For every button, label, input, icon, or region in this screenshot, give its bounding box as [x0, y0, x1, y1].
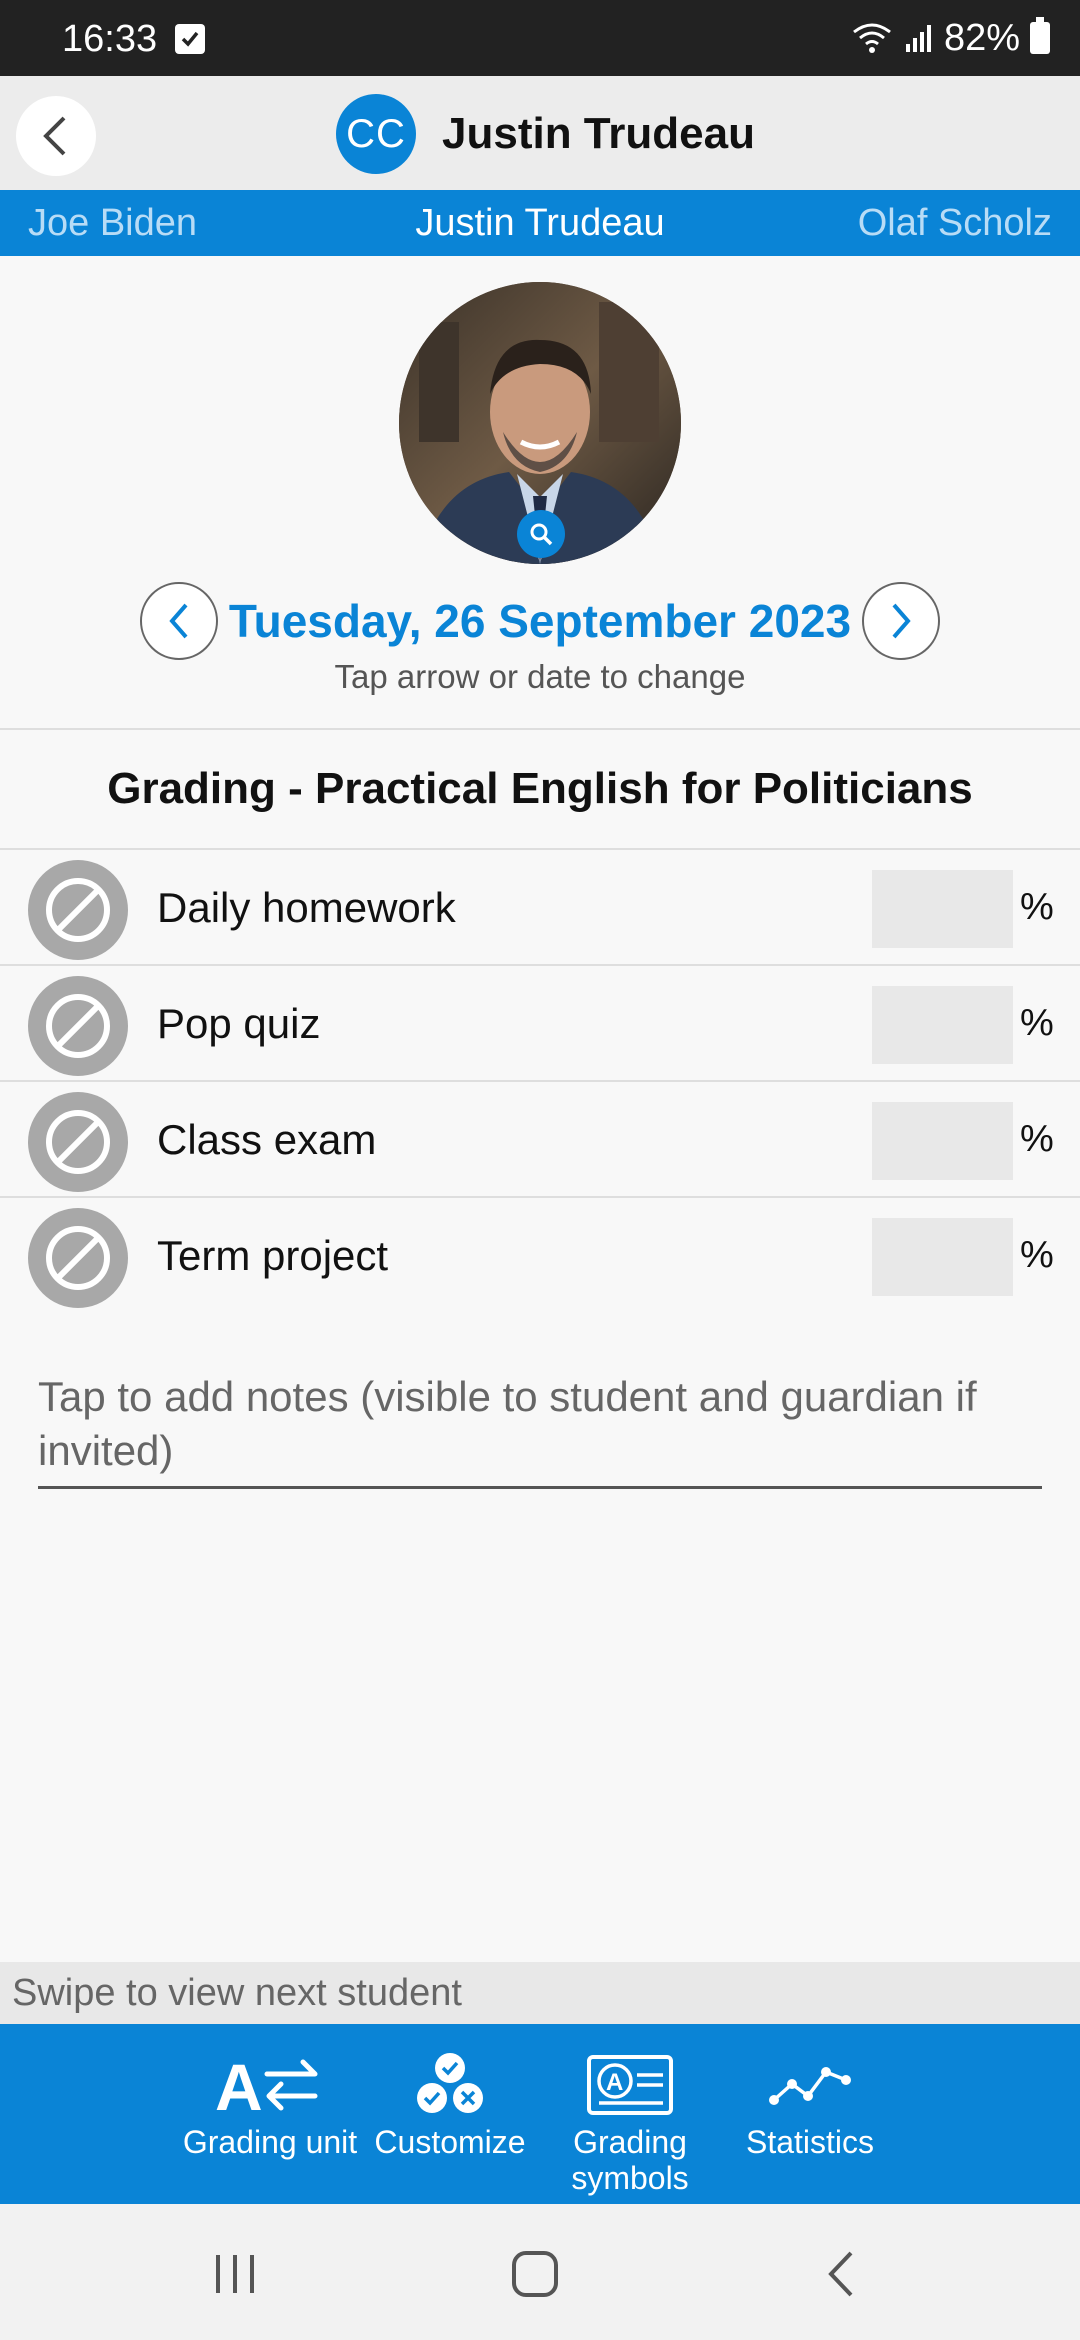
statistics-icon	[768, 2046, 852, 2124]
bottom-toolbar: A Grading unit Customize A Grading symbo…	[0, 2024, 1080, 2204]
not-allowed-icon	[46, 1226, 110, 1290]
battery-icon	[1030, 17, 1050, 54]
back-button[interactable]	[16, 96, 96, 176]
status-bar: 16:33 82%	[0, 0, 1080, 76]
grading-unit-button[interactable]: A Grading unit	[170, 2024, 370, 2204]
divider	[0, 1080, 1080, 1082]
grading-item-label: Class exam	[157, 1116, 377, 1163]
previous-student-link[interactable]: Joe Biden	[28, 202, 197, 245]
not-allowed-icon	[46, 878, 110, 942]
swipe-hint: Swipe to view next student	[12, 1972, 462, 2014]
divider	[0, 964, 1080, 966]
chevron-left-icon	[43, 116, 66, 156]
grade-status-button[interactable]	[28, 1208, 128, 1308]
notes-field[interactable]: Tap to add notes (visible to student and…	[38, 1370, 1042, 1478]
grade-percent-input[interactable]	[872, 870, 1013, 948]
back-icon	[828, 2251, 853, 2297]
app-header: CC Justin Trudeau	[0, 76, 1080, 190]
grading-row: Pop quiz %	[0, 968, 1080, 1082]
percent-symbol: %	[1020, 1234, 1054, 1276]
grading-symbols-label: Grading symbols	[571, 2124, 689, 2196]
not-allowed-icon	[46, 994, 110, 1058]
customize-icon	[410, 2046, 490, 2124]
grading-unit-icon: A	[215, 2046, 325, 2124]
grade-status-button[interactable]	[28, 1092, 128, 1192]
statistics-button[interactable]: Statistics	[710, 2024, 910, 2204]
divider	[0, 728, 1080, 730]
header-title-group: CC Justin Trudeau	[336, 94, 755, 174]
percent-symbol: %	[1020, 1118, 1054, 1160]
grade-percent-input[interactable]	[872, 1102, 1013, 1180]
home-icon	[512, 2251, 558, 2297]
student-switcher: Justin Trudeau Joe Biden Olaf Scholz	[0, 190, 1080, 256]
percent-symbol: %	[1020, 1002, 1054, 1044]
grading-item-label: Term project	[157, 1232, 389, 1279]
customize-button[interactable]: Customize	[350, 2024, 550, 2204]
home-button[interactable]	[500, 2244, 570, 2304]
divider	[0, 1196, 1080, 1198]
chevron-right-icon	[892, 603, 911, 639]
battery-percent: 82%	[943, 16, 1020, 59]
recent-apps-icon	[216, 2255, 254, 2293]
signal-icon	[905, 25, 931, 52]
notification-check-icon	[175, 24, 205, 54]
customize-label: Customize	[374, 2124, 526, 2160]
statistics-label: Statistics	[745, 2124, 875, 2160]
svg-text:A: A	[215, 2050, 263, 2120]
not-allowed-icon	[46, 1110, 110, 1174]
divider	[0, 848, 1080, 850]
grading-item-label: Daily homework	[157, 884, 456, 931]
grading-row: Class exam %	[0, 1084, 1080, 1198]
grade-status-button[interactable]	[28, 976, 128, 1076]
status-time: 16:33	[62, 18, 158, 60]
grading-symbols-button[interactable]: A Grading symbols	[530, 2024, 730, 2204]
system-back-button[interactable]	[806, 2244, 876, 2304]
status-indicators: 82%	[850, 16, 1050, 59]
grading-row: Daily homework %	[0, 852, 1080, 966]
system-nav-bar	[0, 2204, 1080, 2340]
page-title: Justin Trudeau	[442, 109, 755, 158]
grading-unit-label: Grading unit	[182, 2124, 358, 2160]
grading-symbols-icon: A	[585, 2046, 675, 2124]
magnifier-icon	[530, 523, 553, 546]
app-logo-avatar: CC	[336, 94, 416, 174]
grading-row: Term project %	[0, 1200, 1080, 1314]
grade-percent-input[interactable]	[872, 986, 1013, 1064]
swipe-hint-bar: Swipe to view next student	[0, 1962, 1080, 2024]
grading-section-title: Grading - Practical English for Politici…	[107, 764, 973, 813]
photo-zoom-button[interactable]	[517, 510, 565, 558]
recent-apps-button[interactable]	[200, 2244, 270, 2304]
grade-status-button[interactable]	[28, 860, 128, 960]
svg-text:A: A	[606, 2069, 623, 2096]
next-student-link[interactable]: Olaf Scholz	[858, 202, 1052, 245]
wifi-icon	[853, 23, 891, 53]
date-hint: Tap arrow or date to change	[334, 658, 746, 695]
grading-item-label: Pop quiz	[157, 1000, 321, 1047]
notes-underline	[38, 1486, 1042, 1489]
grade-percent-input[interactable]	[872, 1218, 1013, 1296]
next-date-button[interactable]	[862, 582, 940, 660]
percent-symbol: %	[1020, 886, 1054, 928]
